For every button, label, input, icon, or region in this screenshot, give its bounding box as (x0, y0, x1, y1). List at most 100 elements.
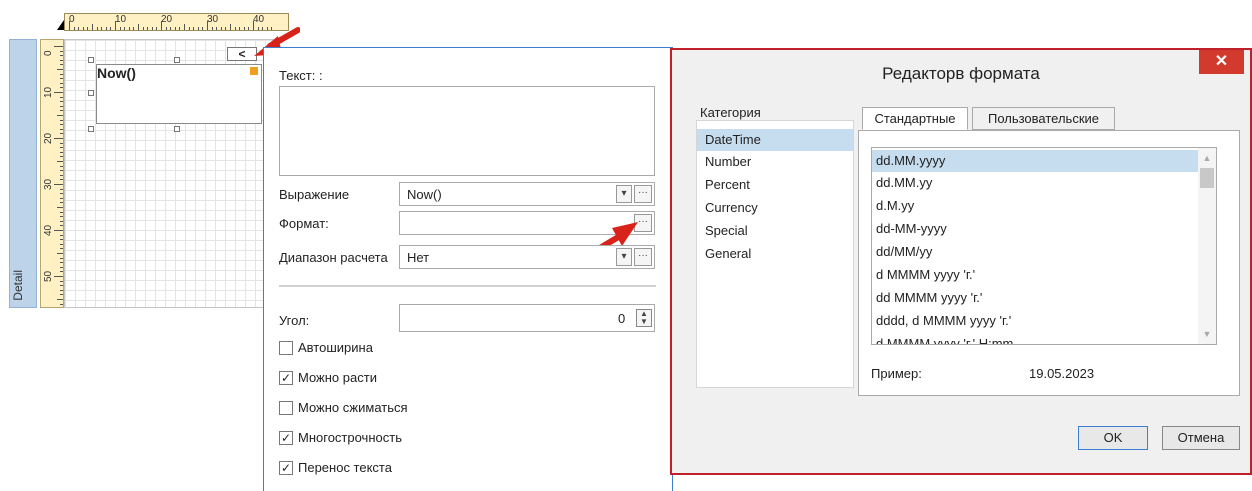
ruler-tick (60, 82, 63, 84)
ruler-tick (184, 24, 185, 30)
can-shrink-checkbox[interactable] (279, 401, 293, 415)
smart-tag-icon[interactable] (250, 67, 258, 75)
category-item-percent[interactable]: Percent (697, 174, 853, 196)
checkbox-label: Можно расти (298, 370, 377, 385)
format-item[interactable]: dd-MM-yyyy (872, 218, 1198, 240)
ruler-label: 30 (43, 178, 54, 190)
ok-button[interactable]: OK (1078, 426, 1148, 450)
format-item[interactable]: dd.MM.yyyy (872, 150, 1198, 172)
resize-handle[interactable] (88, 57, 94, 63)
ruler-tick (60, 243, 63, 245)
ruler-tick (60, 193, 63, 195)
ruler-tick (188, 27, 190, 30)
ruler-tick (54, 46, 63, 47)
category-item-datetime[interactable]: DateTime (697, 129, 853, 151)
ruler-tick (60, 96, 63, 98)
ruler-tick (60, 179, 63, 181)
ruler-tick (119, 27, 121, 30)
format-item[interactable]: dddd, d MMMM yyyy 'г.' (872, 310, 1198, 332)
expression-combobox[interactable]: Now() ▾ ··· (399, 182, 655, 206)
textbox-control[interactable]: Now() (96, 64, 262, 124)
can-grow-checkbox[interactable]: ✓ (279, 371, 293, 385)
format-item[interactable]: d MMMM yyyy 'г.' H:mm (872, 333, 1198, 344)
scroll-up-icon[interactable]: ▲ (1198, 150, 1216, 166)
autowidth-checkbox[interactable] (279, 341, 293, 355)
ruler-label: 20 (43, 132, 54, 144)
ruler-tick (60, 294, 63, 296)
ruler-tick (179, 27, 181, 30)
format-item[interactable]: dd/MM/yy (872, 241, 1198, 263)
checkbox-label: Можно сжиматься (298, 400, 408, 415)
ruler-tick (60, 289, 63, 291)
ruler-tick (60, 248, 63, 250)
format-list[interactable]: dd.MM.yyyy dd.MM.yy d.M.yy dd-MM-yyyy dd… (871, 147, 1217, 345)
close-icon[interactable]: ✕ (1199, 50, 1244, 74)
multiline-checkbox[interactable]: ✓ (279, 431, 293, 445)
angle-value: 0 (618, 311, 626, 326)
ruler-tick (54, 138, 63, 139)
scrollbar-thumb[interactable] (1200, 168, 1214, 188)
category-item-special[interactable]: Special (697, 220, 853, 242)
ruler-tick (225, 27, 227, 30)
spin-arrows-icon[interactable]: ▲ ▼ (636, 309, 652, 327)
angle-spinner[interactable]: 0 ▲ ▼ (399, 304, 655, 332)
ruler-tick (230, 24, 231, 30)
category-list[interactable]: DateTime Number Percent Currency Special… (696, 120, 854, 388)
tab-custom[interactable]: Пользовательские (972, 107, 1115, 130)
format-list-scrollbar[interactable]: ▲ ▼ (1198, 148, 1216, 344)
format-item[interactable]: dd.MM.yy (872, 172, 1198, 194)
format-item[interactable]: d.M.yy (872, 195, 1198, 217)
ruler-tick (60, 225, 63, 227)
ruler-tick (174, 27, 176, 30)
ruler-tick (170, 27, 172, 30)
ruler-tick (57, 161, 63, 162)
ruler-tick (60, 262, 63, 264)
ruler-tick (147, 27, 149, 30)
ruler-tick (60, 280, 63, 282)
ruler-tick (60, 174, 63, 176)
format-item[interactable]: d MMMM yyyy 'г.' (872, 264, 1198, 286)
detail-band-header[interactable]: Detail (9, 39, 37, 308)
category-item-currency[interactable]: Currency (697, 197, 853, 219)
ruler-tick (60, 188, 63, 190)
ruler-tick (60, 87, 63, 89)
range-value: Нет (407, 250, 430, 265)
resize-handle[interactable] (174, 57, 180, 63)
ruler-label: 10 (115, 14, 127, 25)
ruler-tick (60, 202, 63, 204)
ruler-tick (101, 27, 103, 30)
ruler-tick (105, 27, 107, 30)
ruler-tick (60, 78, 63, 80)
chevron-down-icon[interactable]: ▾ (616, 185, 632, 203)
format-label: Формат: (279, 216, 329, 231)
format-item[interactable]: dd MMMM yyyy 'г.' (872, 287, 1198, 309)
word-wrap-checkbox[interactable]: ✓ (279, 461, 293, 475)
ruler-tick (60, 211, 63, 213)
cancel-button[interactable]: Отмена (1162, 426, 1240, 450)
ruler-tick (60, 266, 63, 268)
tab-standard[interactable]: Стандартные (862, 107, 968, 130)
ruler-label: 30 (207, 14, 219, 25)
ellipsis-button[interactable]: ··· (634, 248, 652, 266)
separator (279, 285, 656, 287)
chevron-down-icon[interactable]: ▾ (616, 248, 632, 266)
resize-handle[interactable] (174, 126, 180, 132)
category-item-general[interactable]: General (697, 243, 853, 265)
checkbox-label: Автоширина (298, 340, 373, 355)
text-area[interactable] (279, 86, 655, 176)
ellipsis-button[interactable]: ··· (634, 185, 652, 203)
ruler-tick (60, 110, 63, 112)
ruler-tick (69, 21, 70, 30)
ruler-tick (60, 105, 63, 107)
resize-handle[interactable] (88, 90, 94, 96)
expression-value: Now() (407, 187, 442, 202)
ruler-tick (60, 271, 63, 273)
scroll-down-icon[interactable]: ▼ (1198, 326, 1216, 342)
category-item-number[interactable]: Number (697, 151, 853, 173)
range-combobox[interactable]: Нет ▾ ··· (399, 245, 655, 269)
ruler-tick (60, 285, 63, 287)
ruler-tick (57, 253, 63, 254)
ruler-tick (57, 69, 63, 70)
resize-handle[interactable] (88, 126, 94, 132)
ruler-tick (54, 230, 63, 231)
